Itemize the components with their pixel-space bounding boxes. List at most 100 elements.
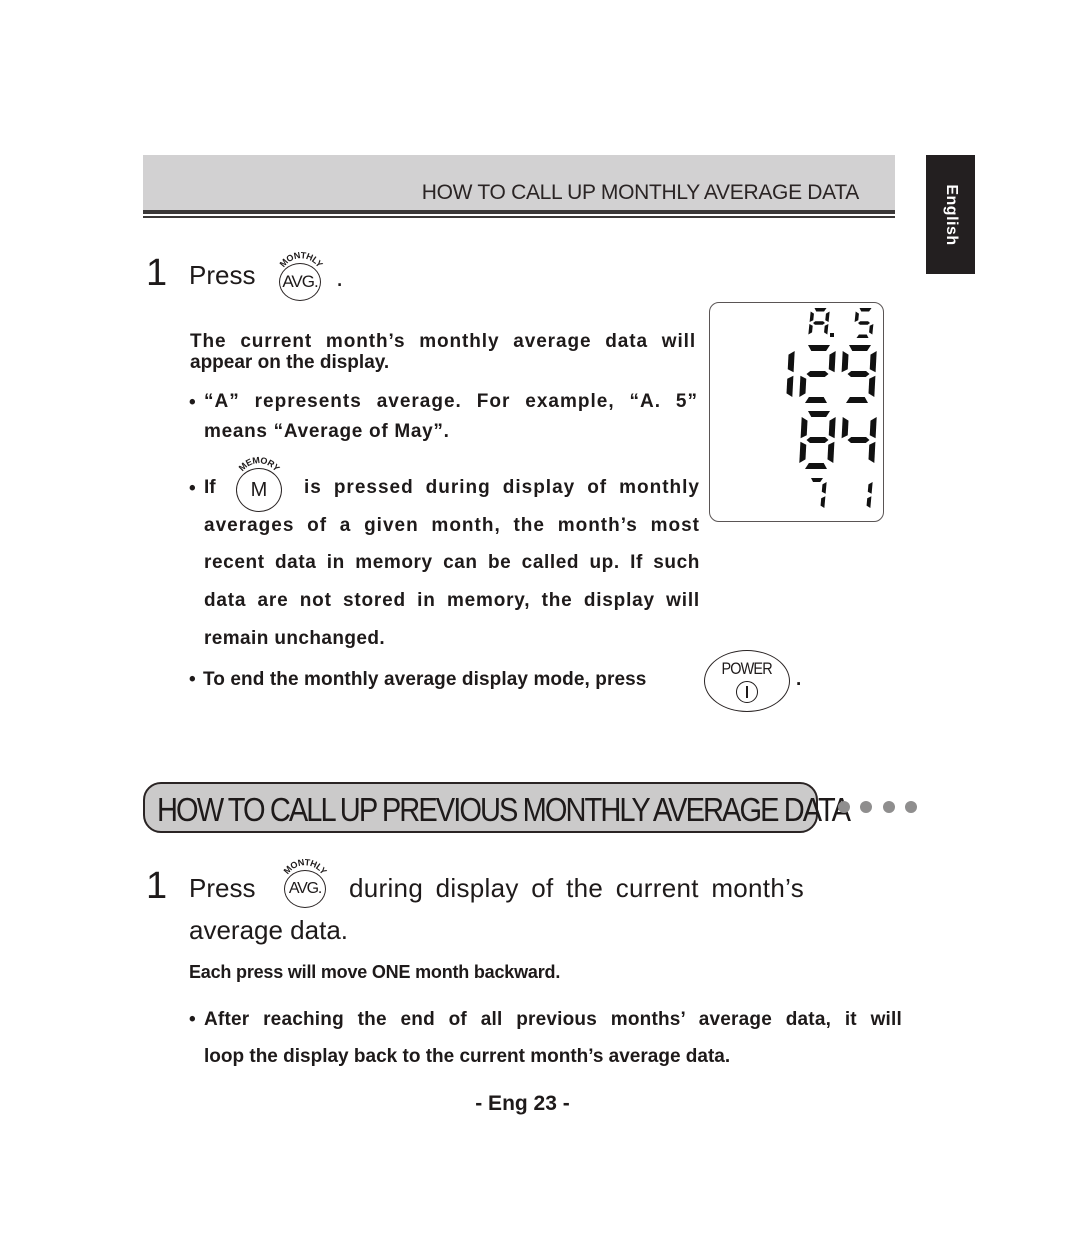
lcd-segment-g — [806, 371, 829, 377]
lcd-segment-a — [808, 411, 830, 417]
memory-button-icon: MEMORY M — [234, 455, 284, 513]
lcd-segment-g — [847, 371, 870, 377]
lcd-segment-g — [847, 437, 870, 443]
lcd-segment-d — [805, 397, 827, 403]
avg-button-face: AVG. — [279, 263, 321, 301]
intro-line-1: The current month’s monthly average data… — [190, 331, 696, 352]
lcd-segment-c — [868, 375, 876, 397]
power-button-icon: POWER — [704, 650, 790, 712]
lcd-segment-a — [808, 345, 830, 351]
lcd-segment-b — [787, 351, 795, 373]
avg-button-label: AVG. — [282, 272, 318, 291]
lcd-segment-a — [811, 478, 823, 482]
lcd-segment-b — [867, 482, 873, 494]
lcd-segment-c — [827, 441, 835, 463]
lcd-segment-b — [821, 482, 827, 494]
lcd-month-digit — [854, 308, 874, 338]
lcd-diastolic-digit — [841, 417, 877, 463]
step-number: 1 — [146, 865, 168, 907]
bullet-power-trailing: . — [796, 669, 802, 690]
header-divider-thin — [143, 216, 895, 218]
avg-button-face: AVG. — [284, 870, 326, 908]
language-tab: English — [926, 155, 975, 274]
avg-button-icon: MONTHLY AVG. — [280, 857, 330, 909]
step-2-note: Each press will move ONE month backward. — [189, 962, 561, 982]
lcd-pulse-digit — [811, 478, 827, 508]
memory-button-face: M — [236, 468, 282, 512]
lcd-segment-e — [808, 324, 813, 335]
lcd-display — [709, 302, 884, 522]
bullet-a-line-2: means “Average of May”. — [204, 421, 450, 442]
step-press-label: Press — [189, 873, 256, 903]
lcd-segment-b — [825, 311, 830, 322]
bullet-m-prefix: If — [204, 477, 216, 498]
bullet-mark: • — [189, 669, 196, 690]
step-2-line-2: average data. — [189, 915, 349, 945]
lcd-average-letter — [808, 308, 830, 335]
bullet-mark: • — [189, 392, 196, 413]
lcd-segment-b — [869, 417, 877, 439]
section-2-title: HOW TO CALL UP PREVIOUS MONTHLY AVERAGE … — [157, 791, 851, 828]
page-number: - Eng 23 - — [475, 1092, 570, 1115]
lcd-systolic-digit — [841, 345, 877, 403]
bullet-m-line-1: is pressed during display of monthly — [304, 477, 700, 498]
avg-button-icon: MONTHLY AVG. — [276, 250, 326, 302]
section-title: HOW TO CALL UP MONTHLY AVERAGE DATA — [421, 181, 860, 204]
decorative-dot — [883, 801, 895, 813]
lcd-segments — [786, 308, 877, 508]
power-symbol-icon — [736, 681, 758, 703]
decorative-dot — [838, 801, 850, 813]
avg-button-label: AVG. — [288, 880, 322, 897]
bullet-m-line-4: data are not stored in memory, the displ… — [204, 590, 700, 611]
lcd-systolic-digit — [799, 345, 836, 403]
lcd-diastolic-digit — [799, 411, 836, 469]
step-trailing-period: . — [336, 262, 344, 292]
lcd-segment-c — [824, 324, 829, 335]
lcd-segment-g — [806, 437, 829, 443]
lcd-segment-f — [854, 311, 859, 322]
memory-button-label: M — [250, 478, 268, 501]
section-2-bullet-line-1: After reaching the end of all previous m… — [204, 1009, 902, 1030]
intro-line-2: appear on the display. — [190, 352, 390, 373]
step-number: 1 — [146, 252, 168, 294]
lcd-segment-g — [858, 321, 870, 325]
lcd-segment-c — [869, 324, 874, 335]
power-button-label: POWER — [721, 659, 773, 678]
lcd-segment-g — [813, 321, 825, 325]
lcd-pulse-digit — [866, 482, 873, 508]
section-2-header: HOW TO CALL UP PREVIOUS MONTHLY AVERAGE … — [143, 782, 851, 833]
section-header-band: HOW TO CALL UP MONTHLY AVERAGE DATA — [143, 155, 895, 210]
power-button-face: POWER — [704, 650, 790, 712]
decorative-dot — [905, 801, 917, 813]
lcd-segment-d — [856, 334, 869, 338]
lcd-segment-b — [869, 351, 877, 373]
lcd-decimal-point — [830, 333, 834, 337]
lcd-segment-c — [786, 375, 794, 397]
section-2-bullet-line-2: loop the display back to the current mon… — [204, 1046, 731, 1067]
bullet-mark: • — [189, 478, 196, 499]
bullet-mark: • — [189, 1009, 196, 1030]
lcd-systolic-digit — [786, 351, 795, 397]
lcd-segment-f — [800, 417, 808, 439]
lcd-segment-c — [866, 496, 872, 508]
bullet-m-line-3: recent data in memory can be called up. … — [204, 552, 700, 573]
lcd-segment-a — [849, 345, 871, 351]
lcd-segment-b — [828, 417, 836, 439]
lcd-segment-f — [841, 351, 849, 373]
lcd-segment-d — [805, 463, 827, 469]
lcd-segment-c — [868, 441, 876, 463]
lcd-segment-d — [846, 397, 868, 403]
bullet-m-line-5: remain unchanged. — [204, 628, 386, 649]
step-press-label: Press — [189, 260, 256, 290]
lcd-segment-a — [814, 308, 827, 312]
step-2-line-1: during display of the current month’s — [349, 873, 804, 903]
bullet-m-line-2: averages of a given month, the month’s m… — [204, 515, 700, 536]
bullet-a-line-1: “A” represents average. For example, “A.… — [204, 391, 698, 412]
lcd-segment-f — [841, 417, 849, 439]
lcd-segment-b — [828, 351, 836, 373]
lcd-segment-e — [799, 375, 807, 397]
lcd-segment-e — [799, 441, 807, 463]
lcd-segment-a — [859, 308, 872, 312]
bullet-power-text: To end the monthly average display mode,… — [203, 669, 647, 690]
language-tab-label: English — [942, 183, 960, 246]
